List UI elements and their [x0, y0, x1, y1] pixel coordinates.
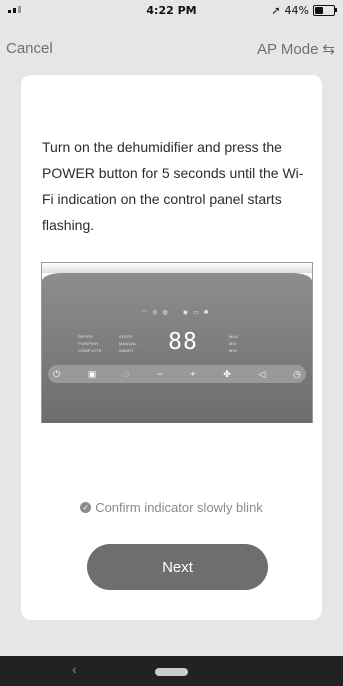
- confirm-indicator: ✓ Confirm indicator slowly blink: [21, 500, 322, 515]
- timer-icon: ◷: [293, 368, 301, 379]
- panel-label: MIN: [229, 348, 237, 353]
- panel-label: PURIFIER: [78, 341, 99, 346]
- wifi-status-icons: ◠ ◎ ◍ ◉ ▭ ✱: [142, 309, 209, 316]
- swing-icon: ◁: [258, 368, 266, 379]
- switch-arrows-icon: ⇆: [322, 41, 335, 58]
- wifi-icon: ◠: [142, 310, 148, 316]
- back-arrow-icon[interactable]: ‹: [72, 661, 77, 677]
- plus-icon: +: [190, 368, 196, 379]
- ap-mode-button[interactable]: AP Mode ⇆: [256, 40, 335, 59]
- status-bar: 4:22 PM ➚ 44%: [0, 0, 343, 22]
- instruction-text: Turn on the dehumidifier and press the P…: [42, 139, 304, 233]
- ap-mode-label: AP Mode: [256, 40, 319, 58]
- indicator-icon: ◉: [182, 310, 188, 316]
- battery-fill: [315, 7, 323, 14]
- panel-button-strip: ⏻ ▣ ◌ − + ✤ ◁ ◷: [48, 365, 306, 383]
- fan-icon: ✤: [223, 368, 231, 379]
- panel-label: COMPLETE: [78, 348, 102, 353]
- home-indicator[interactable]: [155, 668, 188, 676]
- filter-icon: ◌: [124, 368, 130, 379]
- panel-label: MANUAL: [119, 341, 137, 346]
- panel-label: SLEEP: [119, 334, 133, 339]
- status-right: ➚ 44%: [271, 4, 337, 17]
- panel-label: MID: [229, 341, 237, 346]
- power-icon: ⏻: [53, 368, 61, 379]
- defrost-icon: ✱: [203, 310, 209, 316]
- instruction-card: Turn on the dehumidifier and press the P…: [21, 75, 322, 620]
- location-arrow-icon: ➚: [271, 4, 281, 17]
- check-circle-icon: ✓: [80, 502, 92, 513]
- tank-icon: ▭: [193, 310, 199, 316]
- right-labels: MAX MID MIN: [229, 333, 238, 354]
- cancel-button[interactable]: Cancel: [6, 40, 53, 57]
- control-panel-image: ◠ ◎ ◍ ◉ ▭ ✱ DRYER PURIFIER COMPLETE SLEE…: [41, 262, 313, 423]
- control-panel: ◠ ◎ ◍ ◉ ▭ ✱ DRYER PURIFIER COMPLETE SLEE…: [42, 273, 312, 423]
- system-navigation-bar: ‹: [0, 656, 343, 686]
- mid-labels: SLEEP MANUAL SMART: [119, 333, 137, 354]
- humidity-icon: ◍: [162, 310, 168, 316]
- panel-label: SMART: [119, 348, 134, 353]
- display-digits: 88: [168, 329, 198, 355]
- panel-label: MAX: [229, 334, 239, 339]
- mode-icon: ▣: [87, 368, 97, 379]
- fan-speed-icon: ◎: [152, 310, 158, 316]
- confirm-label: Confirm indicator slowly blink: [95, 500, 263, 515]
- battery-icon: [313, 5, 337, 16]
- panel-label: DRYER: [78, 334, 93, 339]
- minus-icon: −: [157, 368, 163, 379]
- next-button[interactable]: Next: [87, 544, 268, 590]
- battery-percent: 44%: [284, 4, 309, 17]
- left-labels: DRYER PURIFIER COMPLETE: [78, 333, 102, 354]
- navigation-bar: Cancel AP Mode ⇆: [0, 32, 343, 66]
